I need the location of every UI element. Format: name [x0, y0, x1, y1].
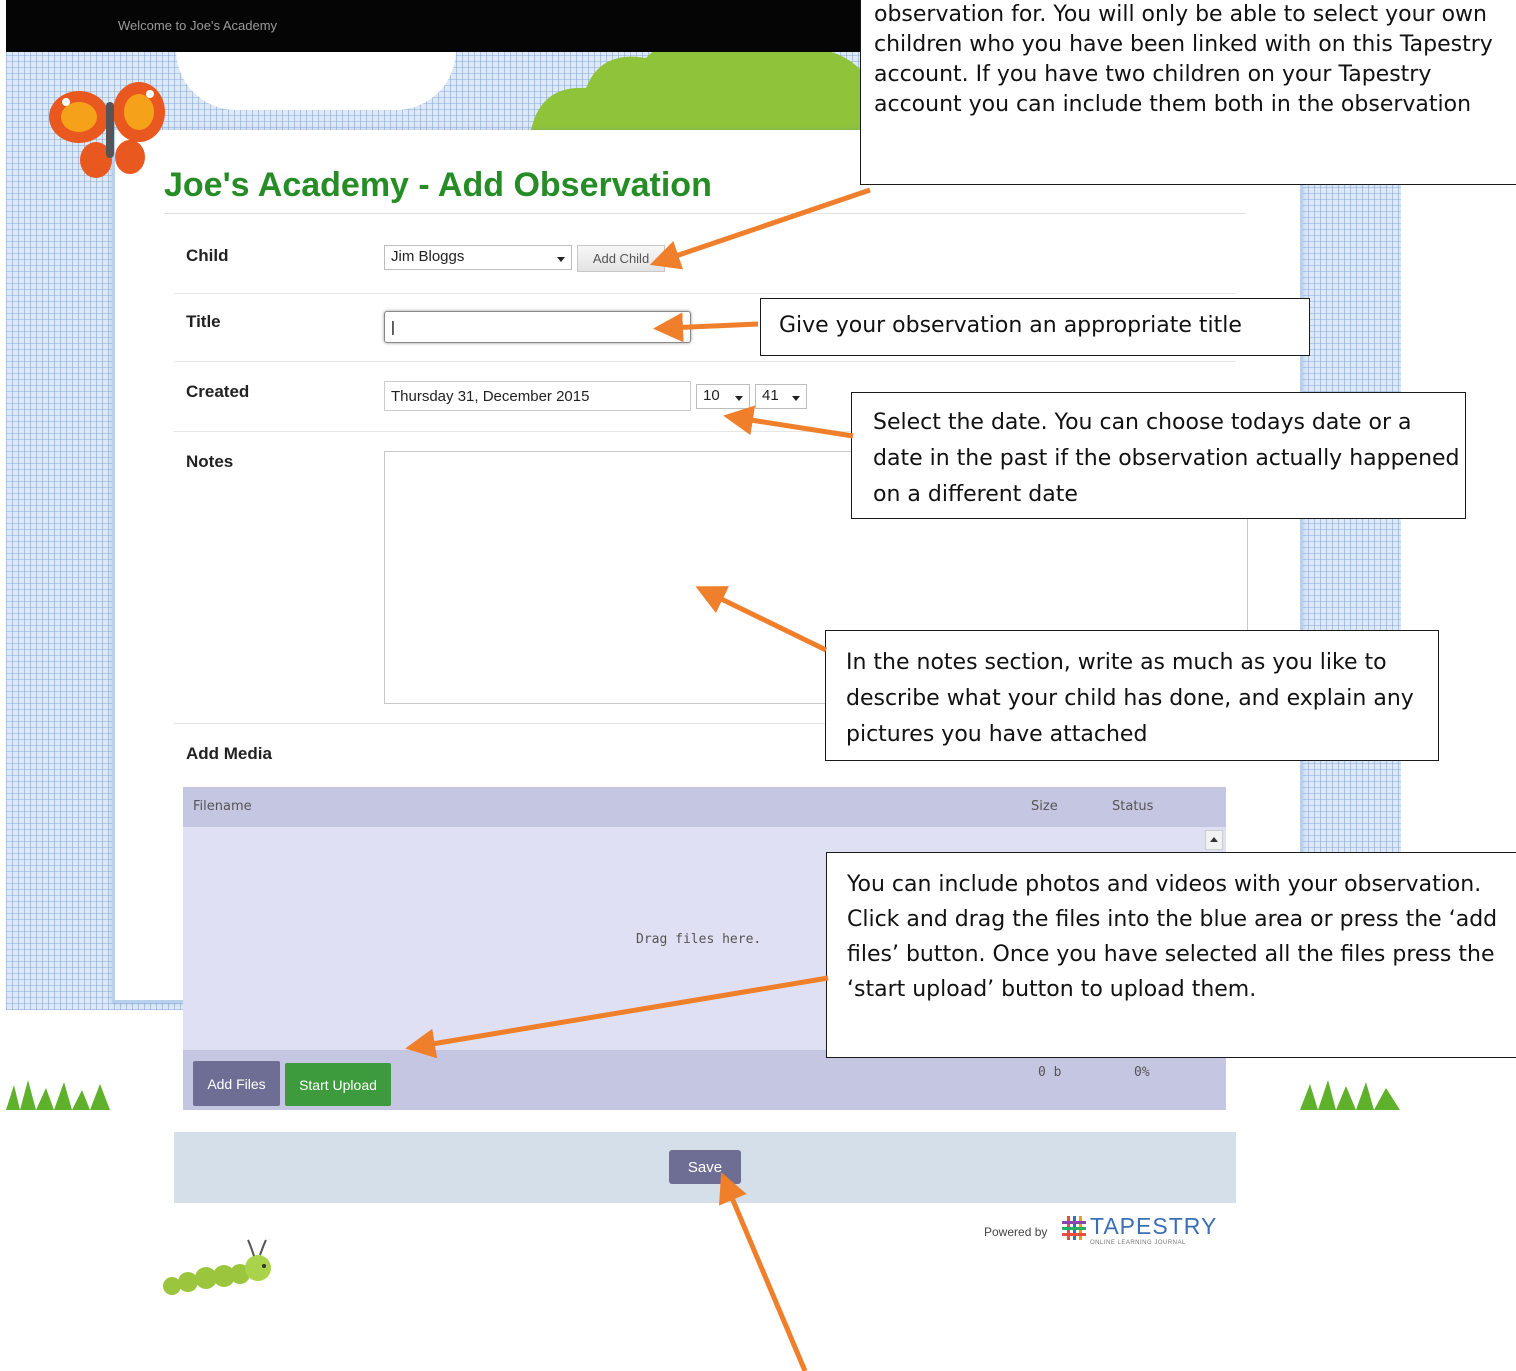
created-date-value: Thursday 31, December 2015 [391, 388, 590, 405]
butterfly-icon [49, 82, 165, 178]
title-divider [164, 213, 1246, 214]
callout-child: observation for. You will only be able t… [860, 0, 1516, 185]
row-divider [174, 361, 1236, 362]
title-label: Title [186, 312, 221, 331]
filename-column-header: Filename [193, 799, 252, 814]
notes-label: Notes [186, 452, 234, 471]
add-files-button[interactable]: Add Files [193, 1061, 280, 1106]
minute-select[interactable]: 41 [755, 384, 807, 409]
grass-shadow-left [0, 1100, 112, 1108]
child-select[interactable]: Jim Bloggs [384, 245, 572, 270]
size-column-header: Size [1031, 799, 1058, 814]
tapestry-logo-icon [1062, 1216, 1086, 1240]
dropdown-caret-icon [735, 396, 743, 401]
minute-select-value: 41 [762, 387, 779, 404]
callout-title: Give your observation an appropriate tit… [760, 298, 1310, 356]
callout-media: You can include photos and videos with y… [826, 852, 1516, 1058]
total-status: 0% [1134, 1065, 1150, 1080]
dropdown-caret-icon [557, 257, 565, 262]
callout-notes: In the notes section, write as much as y… [825, 630, 1439, 761]
grass-icon [1300, 1080, 1400, 1110]
welcome-text: Welcome to Joe's Academy [118, 18, 278, 33]
page-title: Joe's Academy - Add Observation [164, 166, 712, 204]
hour-select[interactable]: 10 [696, 384, 750, 409]
created-date-input[interactable]: Thursday 31, December 2015 [384, 381, 691, 411]
uploader-header: Filename Size Status [183, 787, 1226, 827]
arrow-to-save [719, 1172, 808, 1371]
total-size: 0 b [1038, 1065, 1062, 1080]
dropdown-caret-icon [792, 396, 800, 401]
hour-select-value: 10 [703, 387, 720, 404]
row-divider [174, 293, 1236, 294]
tapestry-tagline: ONLINE LEARNING JOURNAL [1090, 1240, 1186, 1246]
callout-date: Select the date. You can choose todays d… [851, 392, 1466, 519]
caterpillar-icon [163, 1239, 271, 1295]
title-input[interactable] [384, 311, 691, 343]
add-child-button[interactable]: Add Child [577, 245, 665, 272]
created-label: Created [186, 382, 250, 401]
start-upload-button[interactable]: Start Upload [285, 1063, 391, 1106]
drag-files-text: Drag files here. [636, 932, 762, 947]
add-media-label: Add Media [186, 744, 272, 763]
child-label: Child [186, 246, 229, 265]
scroll-up-arrow-icon[interactable] [1205, 830, 1223, 850]
status-column-header: Status [1112, 799, 1154, 814]
powered-by-text: Powered by [984, 1225, 1048, 1239]
save-button[interactable]: Save [669, 1150, 741, 1184]
child-select-value: Jim Bloggs [391, 248, 465, 265]
tapestry-brand-name: TAPESTRY [1090, 1213, 1218, 1239]
